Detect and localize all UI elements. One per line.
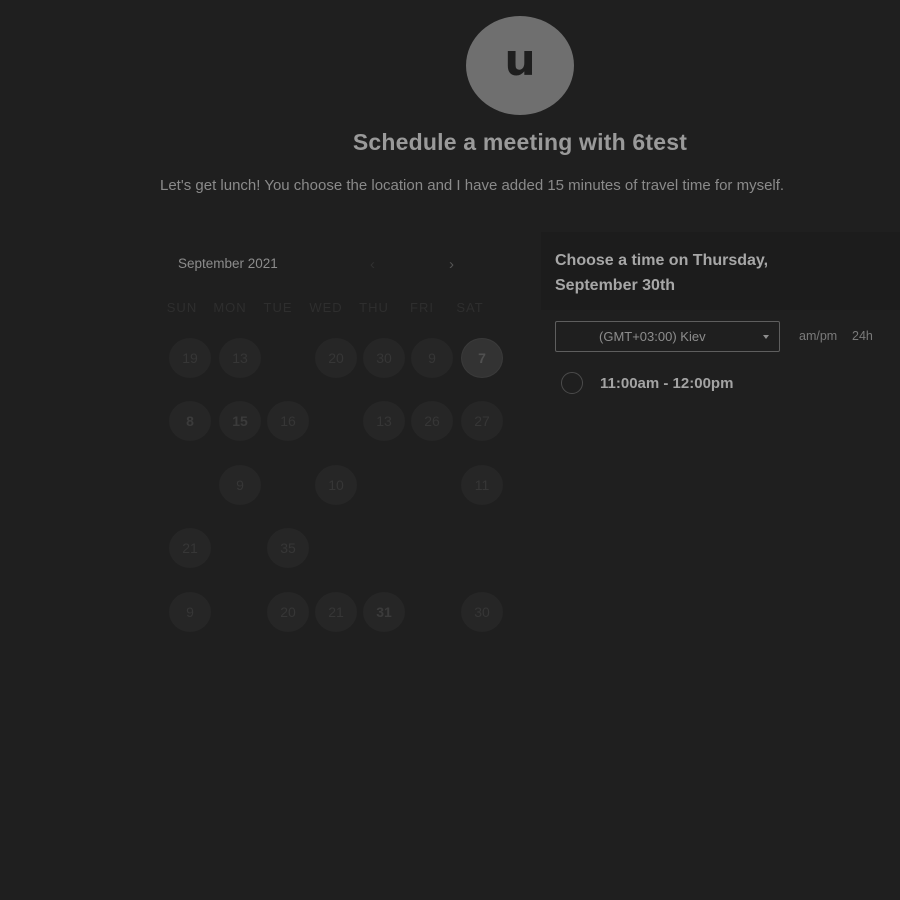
month-label: September 2021 [178,256,278,271]
weekday-sat: SAT [456,300,484,315]
calendar-day[interactable]: 20 [315,338,357,378]
time-slot-radio[interactable] [561,372,583,394]
calendar-day[interactable]: 13 [219,338,261,378]
page-description: Let's get lunch! You choose the location… [160,177,785,194]
time-panel-heading: Choose a time on Thursday, September 30t… [555,252,769,294]
calendar-day[interactable]: 27 [461,401,503,441]
caret-down-icon [763,335,769,339]
calendar-day[interactable]: 9 [219,465,261,505]
scheduling-page: u Schedule a meeting with 6test Let's ge… [0,0,900,900]
calendar-day[interactable]: 8 [169,401,211,441]
calendar-day[interactable]: 16 [267,401,309,441]
calendar-day[interactable]: 21 [315,592,357,632]
calendar-day[interactable]: 9 [411,338,453,378]
time-slot-label[interactable]: 11:00am - 12:00pm [600,375,733,392]
weekday-wed: WED [309,300,343,315]
calendar-day[interactable]: 20 [267,592,309,632]
page-title: Schedule a meeting with 6test [352,129,688,155]
weekday-tue: TUE [263,300,293,315]
calendar-day[interactable]: 19 [169,338,211,378]
calendar-day[interactable]: 13 [363,401,405,441]
calendar-day[interactable]: 30 [363,338,405,378]
calendar-day[interactable]: 9 [169,592,211,632]
timezone-value: (GMT+03:00) Kiev [599,329,706,344]
timezone-select[interactable]: (GMT+03:00) Kiev [555,321,780,352]
calendar-day-selected[interactable]: 7 [461,338,503,378]
calendar-day[interactable]: 21 [169,528,211,568]
chevron-left-icon[interactable]: ‹ [370,256,375,273]
calendar-day[interactable]: 31 [363,592,405,632]
avatar: u [466,16,574,115]
format-ampm-toggle[interactable]: am/pm [799,329,837,343]
weekday-fri: FRI [410,300,434,315]
weekday-mon: MON [213,300,247,315]
calendar-day[interactable]: 11 [461,465,503,505]
weekday-sun: SUN [166,300,198,315]
calendar-day[interactable]: 10 [315,465,357,505]
avatar-initial: u [504,34,536,86]
weekday-thu: THU [359,300,389,315]
format-24h-toggle[interactable]: 24h [852,329,873,343]
chevron-right-icon[interactable]: › [449,256,454,273]
calendar-day[interactable]: 30 [461,592,503,632]
calendar-day[interactable]: 15 [219,401,261,441]
calendar-day[interactable]: 26 [411,401,453,441]
calendar-day[interactable]: 35 [267,528,309,568]
